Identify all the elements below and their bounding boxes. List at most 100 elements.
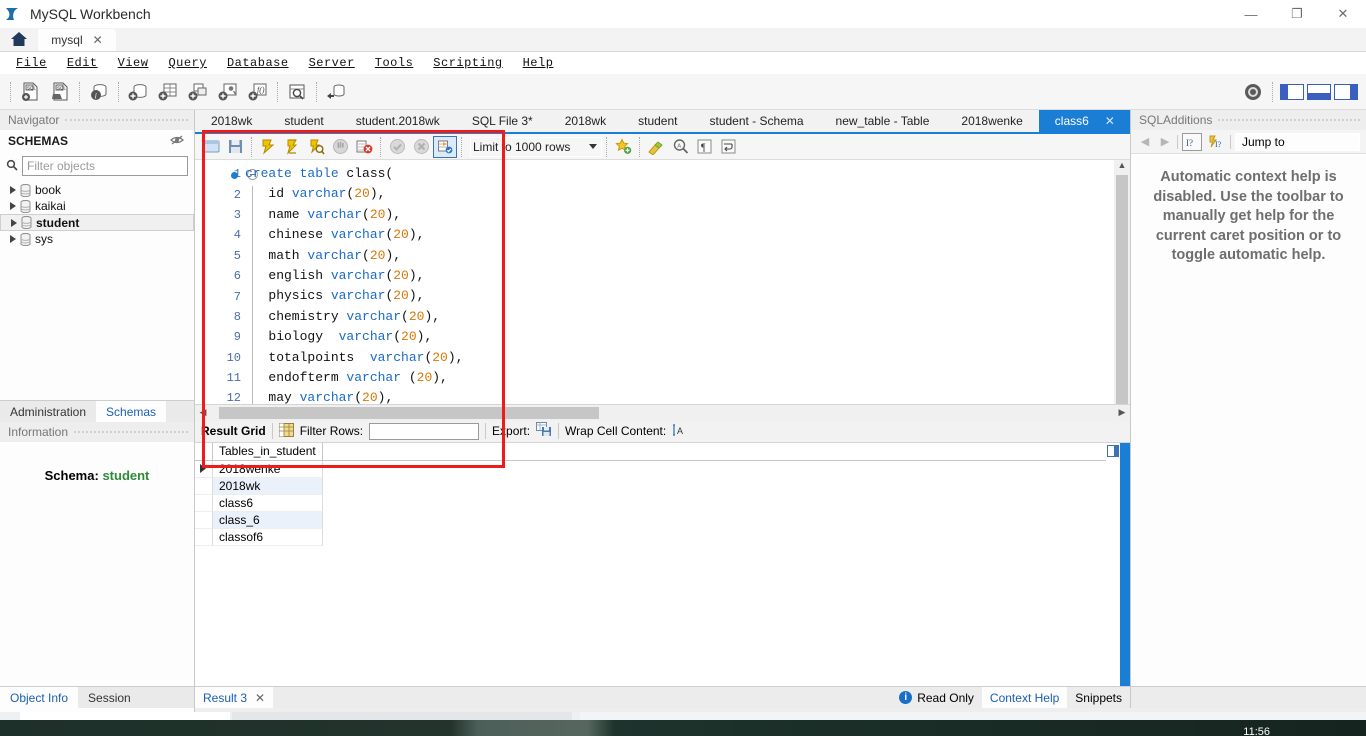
- code-line[interactable]: create table class(: [245, 164, 1114, 184]
- save-script-icon[interactable]: [223, 136, 247, 158]
- code-line[interactable]: biology varchar(20),: [245, 327, 1114, 347]
- execute-script-icon[interactable]: [256, 136, 280, 158]
- add-snippet-icon[interactable]: [611, 136, 635, 158]
- code-line[interactable]: may varchar(20),: [245, 388, 1114, 403]
- tab-context-help[interactable]: Context Help: [981, 686, 1068, 709]
- code-line[interactable]: chemistry varchar(20),: [245, 307, 1114, 327]
- open-sql-script-icon[interactable]: SQL: [45, 77, 75, 107]
- code-line[interactable]: physics varchar(20),: [245, 286, 1114, 306]
- code-line[interactable]: totalpoints varchar(20),: [245, 348, 1114, 368]
- chevron-down-icon[interactable]: [589, 144, 597, 149]
- menu-edit[interactable]: Edit: [57, 54, 108, 72]
- table-row[interactable]: 2018wenke: [195, 460, 1106, 478]
- menu-scripting[interactable]: Scripting: [423, 54, 512, 72]
- scrollbar-thumb[interactable]: [219, 406, 599, 419]
- tab-object-info[interactable]: Object Info: [0, 687, 79, 708]
- editor-tab-5[interactable]: student: [622, 110, 693, 132]
- export-recordset-icon[interactable]: [536, 422, 552, 440]
- chevron-right-icon[interactable]: [11, 218, 17, 227]
- arrow-right-icon[interactable]: ▶: [1157, 135, 1173, 148]
- close-button[interactable]: ✕: [1320, 0, 1366, 28]
- create-table-icon[interactable]: [153, 77, 183, 107]
- sql-code-editor[interactable]: 1234567891011121314 create table class( …: [195, 160, 1130, 405]
- find-icon[interactable]: A: [668, 136, 692, 158]
- connection-tab-mysql[interactable]: mysql ✕: [38, 29, 116, 51]
- connection-info-icon[interactable]: i: [84, 77, 114, 107]
- create-procedure-icon[interactable]: [213, 77, 243, 107]
- open-script-icon[interactable]: [199, 136, 223, 158]
- menu-query[interactable]: Query: [158, 54, 217, 72]
- inspect-schema-icon[interactable]: [282, 77, 312, 107]
- commit-icon[interactable]: [385, 136, 409, 158]
- code-line[interactable]: english varchar(20),: [245, 266, 1114, 286]
- toggle-field-types-icon[interactable]: [1107, 444, 1119, 457]
- scroll-up-icon[interactable]: ▲: [1114, 160, 1130, 170]
- close-icon[interactable]: ✕: [93, 33, 103, 47]
- result-tab-3[interactable]: Result 3 ✕: [195, 686, 274, 709]
- table-cell[interactable]: classof6: [213, 528, 323, 546]
- code-line[interactable]: chinese varchar(20),: [245, 225, 1114, 245]
- show-invisible-chars-icon[interactable]: ¶: [692, 136, 716, 158]
- table-cell[interactable]: class_6: [213, 511, 323, 529]
- scroll-right-icon[interactable]: ▶: [1114, 407, 1130, 418]
- result-grid[interactable]: Tables_in_student 2018wenke 2018wk class…: [195, 442, 1130, 686]
- create-schema-icon[interactable]: [123, 77, 153, 107]
- editor-tab-8[interactable]: 2018wenke: [945, 110, 1038, 132]
- table-cell[interactable]: 2018wenke: [213, 460, 323, 478]
- table-row[interactable]: 2018wk: [195, 477, 1106, 495]
- table-row[interactable]: class6: [195, 494, 1106, 512]
- chevron-right-icon[interactable]: [10, 235, 16, 243]
- taskbar[interactable]: 11:56: [0, 720, 1366, 736]
- schema-item-kaikai[interactable]: kaikai: [0, 198, 194, 214]
- schema-item-sys[interactable]: sys: [0, 231, 194, 247]
- code-line[interactable]: endofterm varchar (20),: [245, 368, 1114, 388]
- close-icon[interactable]: ✕: [255, 691, 265, 705]
- editor-tab-3[interactable]: SQL File 3*: [456, 110, 549, 132]
- menu-database[interactable]: Database: [217, 54, 299, 72]
- editor-horizontal-scrollbar[interactable]: ◀ ▶: [195, 404, 1130, 421]
- menu-tools[interactable]: Tools: [365, 54, 424, 72]
- toggle-autocommit-icon[interactable]: [433, 135, 457, 158]
- toggle-output-icon[interactable]: [1307, 84, 1331, 100]
- toggle-sidebar-icon[interactable]: [1280, 84, 1304, 100]
- filter-rows-input[interactable]: [369, 422, 480, 440]
- minimize-button[interactable]: —: [1228, 0, 1274, 28]
- tab-administration[interactable]: Administration: [0, 401, 96, 422]
- column-header-tables-in-student[interactable]: Tables_in_student: [213, 442, 323, 460]
- editor-tab-2[interactable]: student.2018wk: [340, 110, 456, 132]
- editor-tab-1[interactable]: student: [268, 110, 339, 132]
- code-line[interactable]: id varchar(20),: [245, 184, 1114, 204]
- code-line[interactable]: math varchar(20),: [245, 246, 1114, 266]
- filter-objects-input[interactable]: [22, 156, 188, 176]
- tab-snippets[interactable]: Snippets: [1067, 687, 1130, 709]
- wrap-long-lines-icon[interactable]: [716, 136, 740, 158]
- context-help-icon[interactable]: I?: [1182, 132, 1202, 151]
- editor-tab-6[interactable]: student - Schema: [693, 110, 819, 132]
- arrow-left-icon[interactable]: ◀: [1137, 135, 1153, 148]
- code-line[interactable]: name varchar(20),: [245, 205, 1114, 225]
- stop-icon[interactable]: [328, 136, 352, 158]
- table-cell[interactable]: class6: [213, 494, 323, 512]
- new-sql-tab-icon[interactable]: SQL: [15, 77, 45, 107]
- toggle-secondary-sidebar-icon[interactable]: [1334, 84, 1358, 100]
- explain-statement-icon[interactable]: [304, 136, 328, 158]
- schema-item-student[interactable]: student: [0, 214, 194, 231]
- editor-vertical-scrollbar[interactable]: ▲ ▼: [1114, 160, 1130, 404]
- editor-tab-class6[interactable]: class6 ✕: [1038, 110, 1130, 132]
- maximize-button[interactable]: ❐: [1274, 0, 1320, 28]
- menu-view[interactable]: View: [108, 54, 159, 72]
- create-view-icon[interactable]: [183, 77, 213, 107]
- row-limit-select[interactable]: Limit to 1000 rows: [470, 136, 602, 157]
- home-button[interactable]: [0, 27, 38, 51]
- chevron-right-icon[interactable]: [10, 186, 16, 194]
- table-row[interactable]: class_6: [195, 511, 1106, 529]
- create-function-icon[interactable]: f(): [243, 77, 273, 107]
- table-cell[interactable]: 2018wk: [213, 477, 323, 495]
- refresh-icon[interactable]: [170, 134, 184, 149]
- menu-help[interactable]: Help: [513, 54, 564, 72]
- menu-server[interactable]: Server: [299, 54, 365, 72]
- jump-to-input[interactable]: Jump to: [1235, 132, 1360, 151]
- schema-item-book[interactable]: book: [0, 182, 194, 198]
- toggle-stop-on-error-icon[interactable]: [352, 136, 376, 158]
- table-row[interactable]: classof6: [195, 528, 1106, 546]
